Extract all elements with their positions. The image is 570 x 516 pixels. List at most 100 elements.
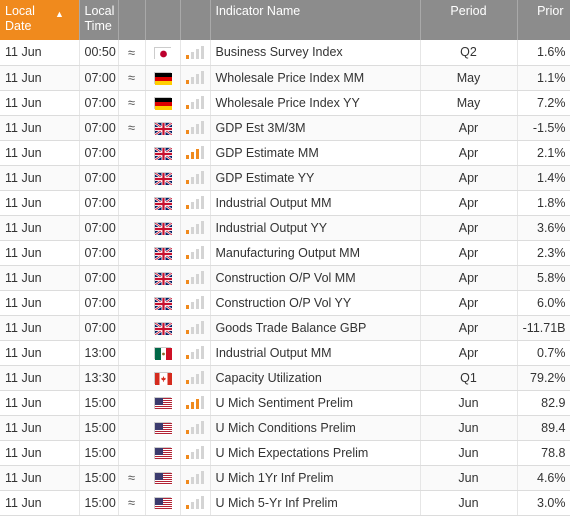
country-cell — [145, 365, 181, 391]
row-indicator-name[interactable]: Industrial Output MM — [210, 190, 421, 216]
approx-time-icon — [118, 415, 146, 441]
table-row[interactable]: 11 Jun 07:00 Construction O/P Vol YY Apr 6.0… — [0, 290, 570, 316]
germany-flag-icon — [154, 72, 172, 86]
row-indicator-name[interactable]: Industrial Output YY — [210, 215, 421, 241]
table-row[interactable]: 11 Jun 00:50 ≈ Business Survey Index Q2 1.6% — [0, 40, 570, 66]
table-row[interactable]: 11 Jun 15:00 U Mich Sentiment Prelim Jun 82.… — [0, 390, 570, 416]
row-indicator-name[interactable]: Manufacturing Output MM — [210, 240, 421, 266]
volatility-bar — [186, 480, 189, 485]
volatility-bars-icon — [186, 371, 204, 385]
volatility-bar — [186, 330, 189, 335]
volatility-bars-icon — [186, 321, 204, 335]
volatility-bars-icon — [186, 171, 204, 185]
table-row[interactable]: 11 Jun 07:00 Goods Trade Balance GBP Apr -11… — [0, 315, 570, 341]
table-row[interactable]: 11 Jun 07:00 GDP Estimate MM Apr 2.1% — [0, 140, 570, 166]
column-header-period[interactable]: Period — [420, 0, 518, 40]
row-indicator-name[interactable]: GDP Est 3M/3M — [210, 115, 421, 141]
volatility-bar — [191, 377, 194, 385]
row-indicator-name[interactable]: U Mich Expectations Prelim — [210, 440, 421, 466]
row-indicator-name[interactable]: Construction O/P Vol MM — [210, 265, 421, 291]
volatility-bar — [191, 327, 194, 335]
volatility-bar — [201, 271, 204, 285]
row-indicator-name[interactable]: U Mich Sentiment Prelim — [210, 390, 421, 416]
country-cell — [145, 165, 181, 191]
approx-time-icon: ≈ — [118, 40, 146, 66]
row-time: 15:00 — [79, 465, 119, 491]
column-header-local-date[interactable]: Local Date ▲ — [0, 0, 80, 40]
row-prior: 7.2% — [517, 90, 570, 116]
row-indicator-name[interactable]: U Mich 5-Yr Inf Prelim — [210, 490, 421, 516]
table-row[interactable]: 11 Jun 07:00 ≈ Wholesale Price Index YY May 7… — [0, 90, 570, 116]
table-row[interactable]: 11 Jun 07:00 ≈ Wholesale Price Index MM May 1… — [0, 65, 570, 91]
row-time: 15:00 — [79, 490, 119, 516]
column-header-indicator-name[interactable]: Indicator Name — [210, 0, 421, 40]
table-row[interactable]: 11 Jun 07:00 Construction O/P Vol MM Apr 5.8… — [0, 265, 570, 291]
approx-time-icon: ≈ — [118, 65, 146, 91]
table-row[interactable]: 11 Jun 07:00 Industrial Output MM Apr 1.8% — [0, 190, 570, 216]
row-date: 11 Jun — [0, 415, 80, 441]
row-indicator-name[interactable]: GDP Estimate YY — [210, 165, 421, 191]
row-indicator-name[interactable]: Wholesale Price Index YY — [210, 90, 421, 116]
volatility-bars-icon — [186, 421, 204, 435]
uk-flag-icon — [154, 172, 173, 187]
table-row[interactable]: 11 Jun 07:00 Manufacturing Output MM Apr 2.3… — [0, 240, 570, 266]
volatility-bar — [196, 499, 199, 510]
volatility-cell — [180, 465, 211, 491]
row-time: 07:00 — [79, 290, 119, 316]
row-indicator-name[interactable]: Construction O/P Vol YY — [210, 290, 421, 316]
row-time: 07:00 — [79, 115, 119, 141]
volatility-bar — [196, 324, 199, 335]
column-header-prior[interactable]: Prior — [517, 0, 570, 40]
country-cell — [145, 490, 181, 516]
volatility-bars-icon — [186, 496, 204, 510]
row-indicator-name[interactable]: Capacity Utilization — [210, 365, 421, 391]
table-row[interactable]: 11 Jun 13:30 Capacity Utilization Q1 79.2% — [0, 365, 570, 391]
approx-time-icon — [118, 315, 146, 341]
volatility-bar — [186, 130, 189, 135]
row-time: 07:00 — [79, 165, 119, 191]
table-row[interactable]: 11 Jun 07:00 GDP Estimate YY Apr 1.4% — [0, 165, 570, 191]
volatility-bar — [196, 149, 199, 160]
row-period: Apr — [420, 215, 518, 241]
country-cell — [145, 40, 181, 66]
volatility-bars-icon — [186, 71, 204, 85]
row-indicator-name[interactable]: Goods Trade Balance GBP — [210, 315, 421, 341]
row-indicator-name[interactable]: GDP Estimate MM — [210, 140, 421, 166]
row-indicator-name[interactable]: Wholesale Price Index MM — [210, 65, 421, 91]
volatility-bar — [186, 380, 189, 385]
table-row[interactable]: 11 Jun 07:00 Industrial Output YY Apr 3.6% — [0, 215, 570, 241]
volatility-bar — [186, 155, 189, 160]
row-time: 07:00 — [79, 190, 119, 216]
row-indicator-name[interactable]: U Mich 1Yr Inf Prelim — [210, 465, 421, 491]
volatility-bar — [201, 246, 204, 260]
row-prior: 1.8% — [517, 190, 570, 216]
row-prior: 1.6% — [517, 40, 570, 66]
volatility-bar — [196, 224, 199, 235]
row-indicator-name[interactable]: Business Survey Index — [210, 40, 421, 66]
row-date: 11 Jun — [0, 365, 80, 391]
row-period: Apr — [420, 265, 518, 291]
row-time: 13:30 — [79, 365, 119, 391]
row-period: May — [420, 65, 518, 91]
table-row[interactable]: 11 Jun 15:00 ≈ U Mich 5-Yr Inf Prelim Jun 3.0… — [0, 490, 570, 516]
row-indicator-name[interactable]: U Mich Conditions Prelim — [210, 415, 421, 441]
approx-time-icon — [118, 190, 146, 216]
table-row[interactable]: 11 Jun 13:00 Industrial Output MM Apr 0.7% — [0, 340, 570, 366]
row-date: 11 Jun — [0, 90, 80, 116]
row-indicator-name[interactable]: Industrial Output MM — [210, 340, 421, 366]
volatility-bars-icon — [186, 196, 204, 210]
volatility-cell — [180, 190, 211, 216]
volatility-bar — [186, 54, 189, 59]
row-period: Jun — [420, 390, 518, 416]
table-row[interactable]: 11 Jun 07:00 ≈ GDP Est 3M/3M Apr -1.5% — [0, 115, 570, 141]
table-row[interactable]: 11 Jun 15:00 U Mich Conditions Prelim Jun 89… — [0, 415, 570, 441]
table-row[interactable]: 11 Jun 15:00 ≈ U Mich 1Yr Inf Prelim Jun 4.6% — [0, 465, 570, 491]
row-time: 07:00 — [79, 90, 119, 116]
column-header-local-time[interactable]: Local Time — [79, 0, 119, 40]
volatility-bar — [186, 105, 189, 110]
volatility-bar — [201, 121, 204, 135]
table-row[interactable]: 11 Jun 15:00 U Mich Expectations Prelim Jun… — [0, 440, 570, 466]
column-header-approx — [118, 0, 146, 40]
row-date: 11 Jun — [0, 315, 80, 341]
volatility-cell — [180, 490, 211, 516]
